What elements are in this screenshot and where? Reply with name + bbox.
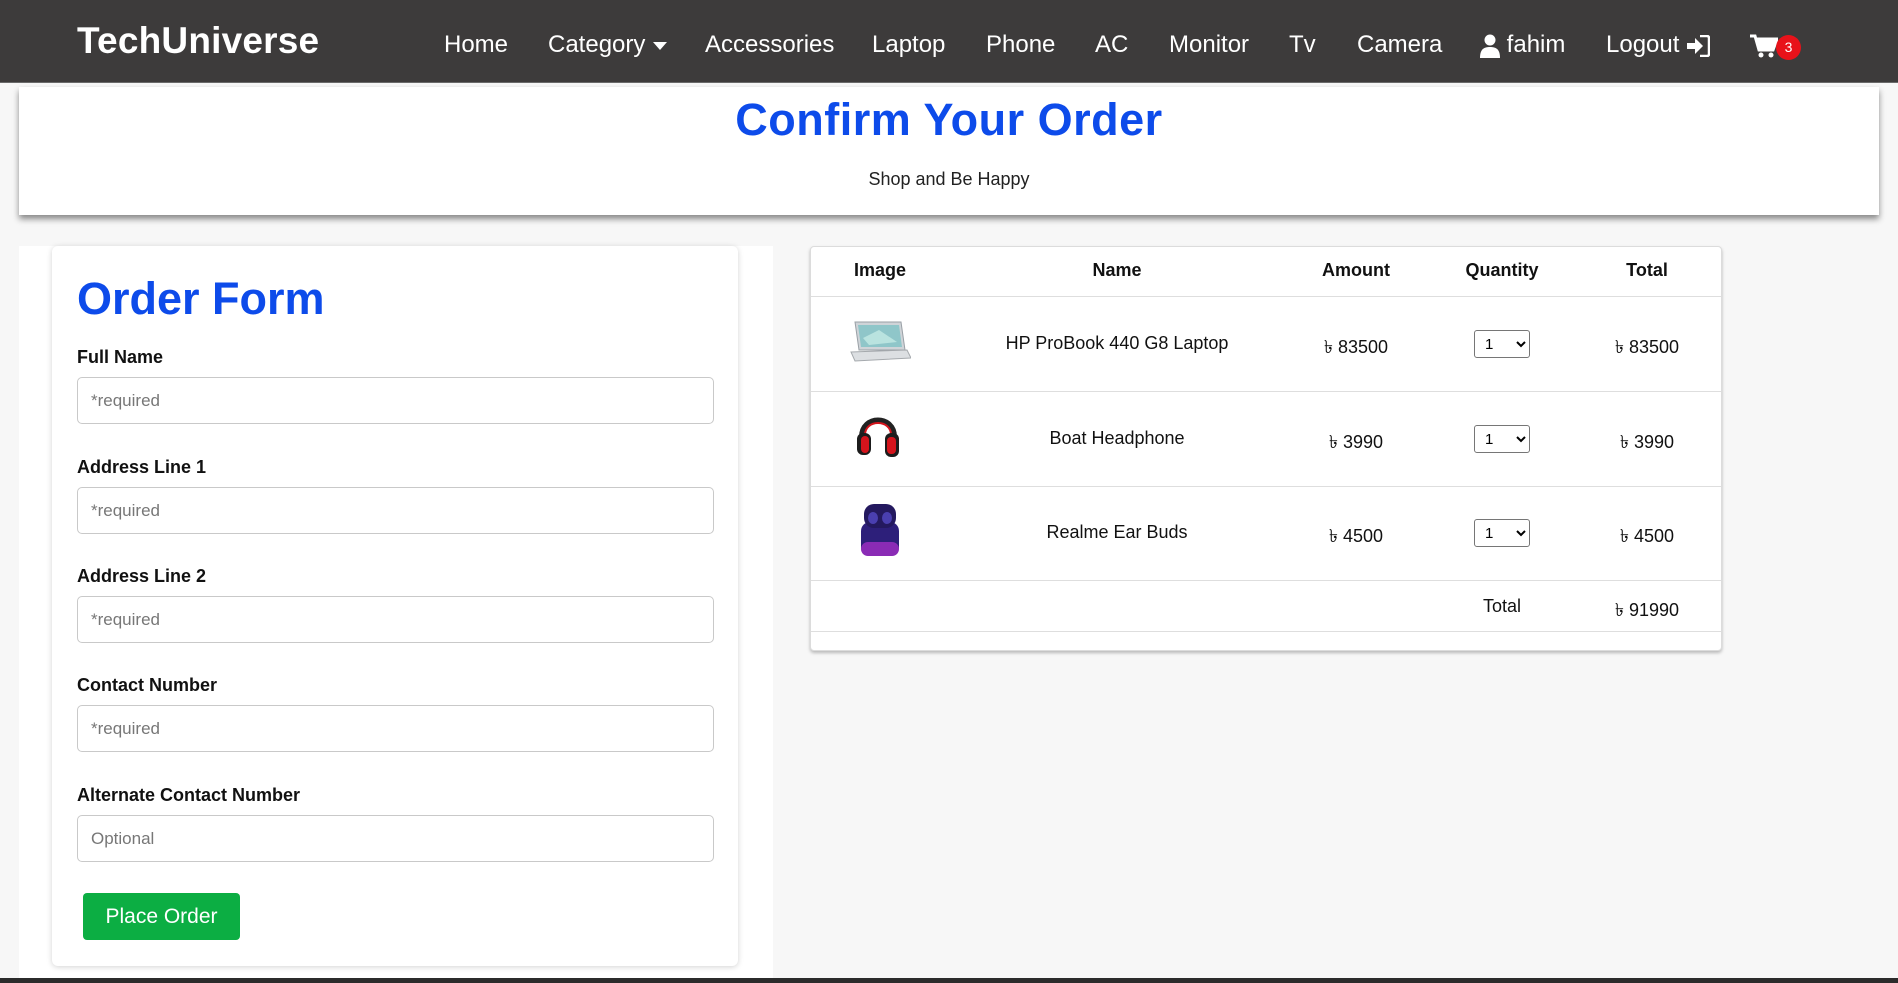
cart-button[interactable] [1750,30,1780,60]
full-name-label: Full Name [77,347,164,367]
contact-number-label: Contact Number [77,675,218,695]
header-quantity: Quantity [1465,260,1539,280]
item-name: Realme Ear Buds [1046,522,1188,542]
row-divider [811,391,1721,392]
user-name: fahim [1506,31,1566,58]
nav-logout[interactable]: Logout [1606,30,1711,60]
nav-accessories[interactable]: Accessories [705,30,834,60]
brand-logo[interactable]: TechUniverse [77,20,319,62]
laptop-image [850,321,911,362]
header-amount: Amount [1322,260,1390,280]
grand-total: ৳ 91990 [1614,600,1680,620]
item-amount: ৳ 3990 [1328,432,1384,452]
item-total: ৳ 83500 [1614,337,1680,357]
address-line-1-input[interactable] [77,487,714,534]
header-total: Total [1626,260,1668,280]
nav-category-label: Category [548,31,646,58]
quantity-select[interactable]: 1 [1474,425,1530,453]
place-order-button[interactable]: Place Order [83,893,240,940]
row-divider [811,296,1721,297]
address-line-2-input[interactable] [77,596,714,643]
nav-user-profile[interactable]: fahim [1480,30,1565,60]
item-amount: ৳ 4500 [1328,526,1384,546]
cart-count-badge: 3 [1776,35,1801,60]
nav-home[interactable]: Home [444,30,508,60]
nav-phone[interactable]: Phone [986,30,1055,60]
caret-down-icon [653,41,668,50]
quantity-select[interactable]: 1 [1474,330,1530,358]
address-line-1-label: Address Line 1 [77,457,207,477]
logout-label: Logout [1606,31,1680,58]
row-divider [811,486,1721,487]
top-navbar: TechUniverse Home Category Accessories L… [0,0,1898,83]
alternate-contact-input[interactable] [77,815,714,862]
nav-category[interactable]: Category [548,30,668,60]
row-divider [811,580,1721,581]
alternate-contact-label: Alternate Contact Number [77,785,301,805]
nav-laptop[interactable]: Laptop [872,30,945,60]
item-name: Boat Headphone [1049,428,1185,448]
header-image: Image [853,260,907,280]
item-total: ৳ 4500 [1619,526,1675,546]
page-subtitle: Shop and Be Happy [868,169,1030,189]
row-divider [811,631,1721,632]
item-total: ৳ 3990 [1619,432,1675,452]
contact-number-input[interactable] [77,705,714,752]
footer-edge [0,978,1898,983]
sign-in-icon [1687,34,1711,57]
address-line-2-label: Address Line 2 [77,566,207,586]
nav-ac[interactable]: AC [1095,30,1128,60]
headphone-image [857,417,899,457]
user-icon [1480,34,1500,58]
nav-tv[interactable]: Tv [1289,30,1316,60]
order-form-title: Order Form [77,273,325,324]
item-name: HP ProBook 440 G8 Laptop [1005,333,1229,353]
page-title: Confirm Your Order [735,94,1163,145]
confirm-order-banner: Confirm Your Order Shop and Be Happy [19,87,1879,215]
nav-camera[interactable]: Camera [1357,30,1442,60]
cart-table [810,246,1722,651]
header-name: Name [1092,260,1142,280]
item-amount: ৳ 83500 [1323,337,1389,357]
total-label: Total [1482,596,1522,616]
earbuds-image [861,504,899,556]
quantity-select[interactable]: 1 [1474,519,1530,547]
shopping-cart-icon [1750,34,1780,58]
nav-monitor[interactable]: Monitor [1169,30,1249,60]
full-name-input[interactable] [77,377,714,424]
